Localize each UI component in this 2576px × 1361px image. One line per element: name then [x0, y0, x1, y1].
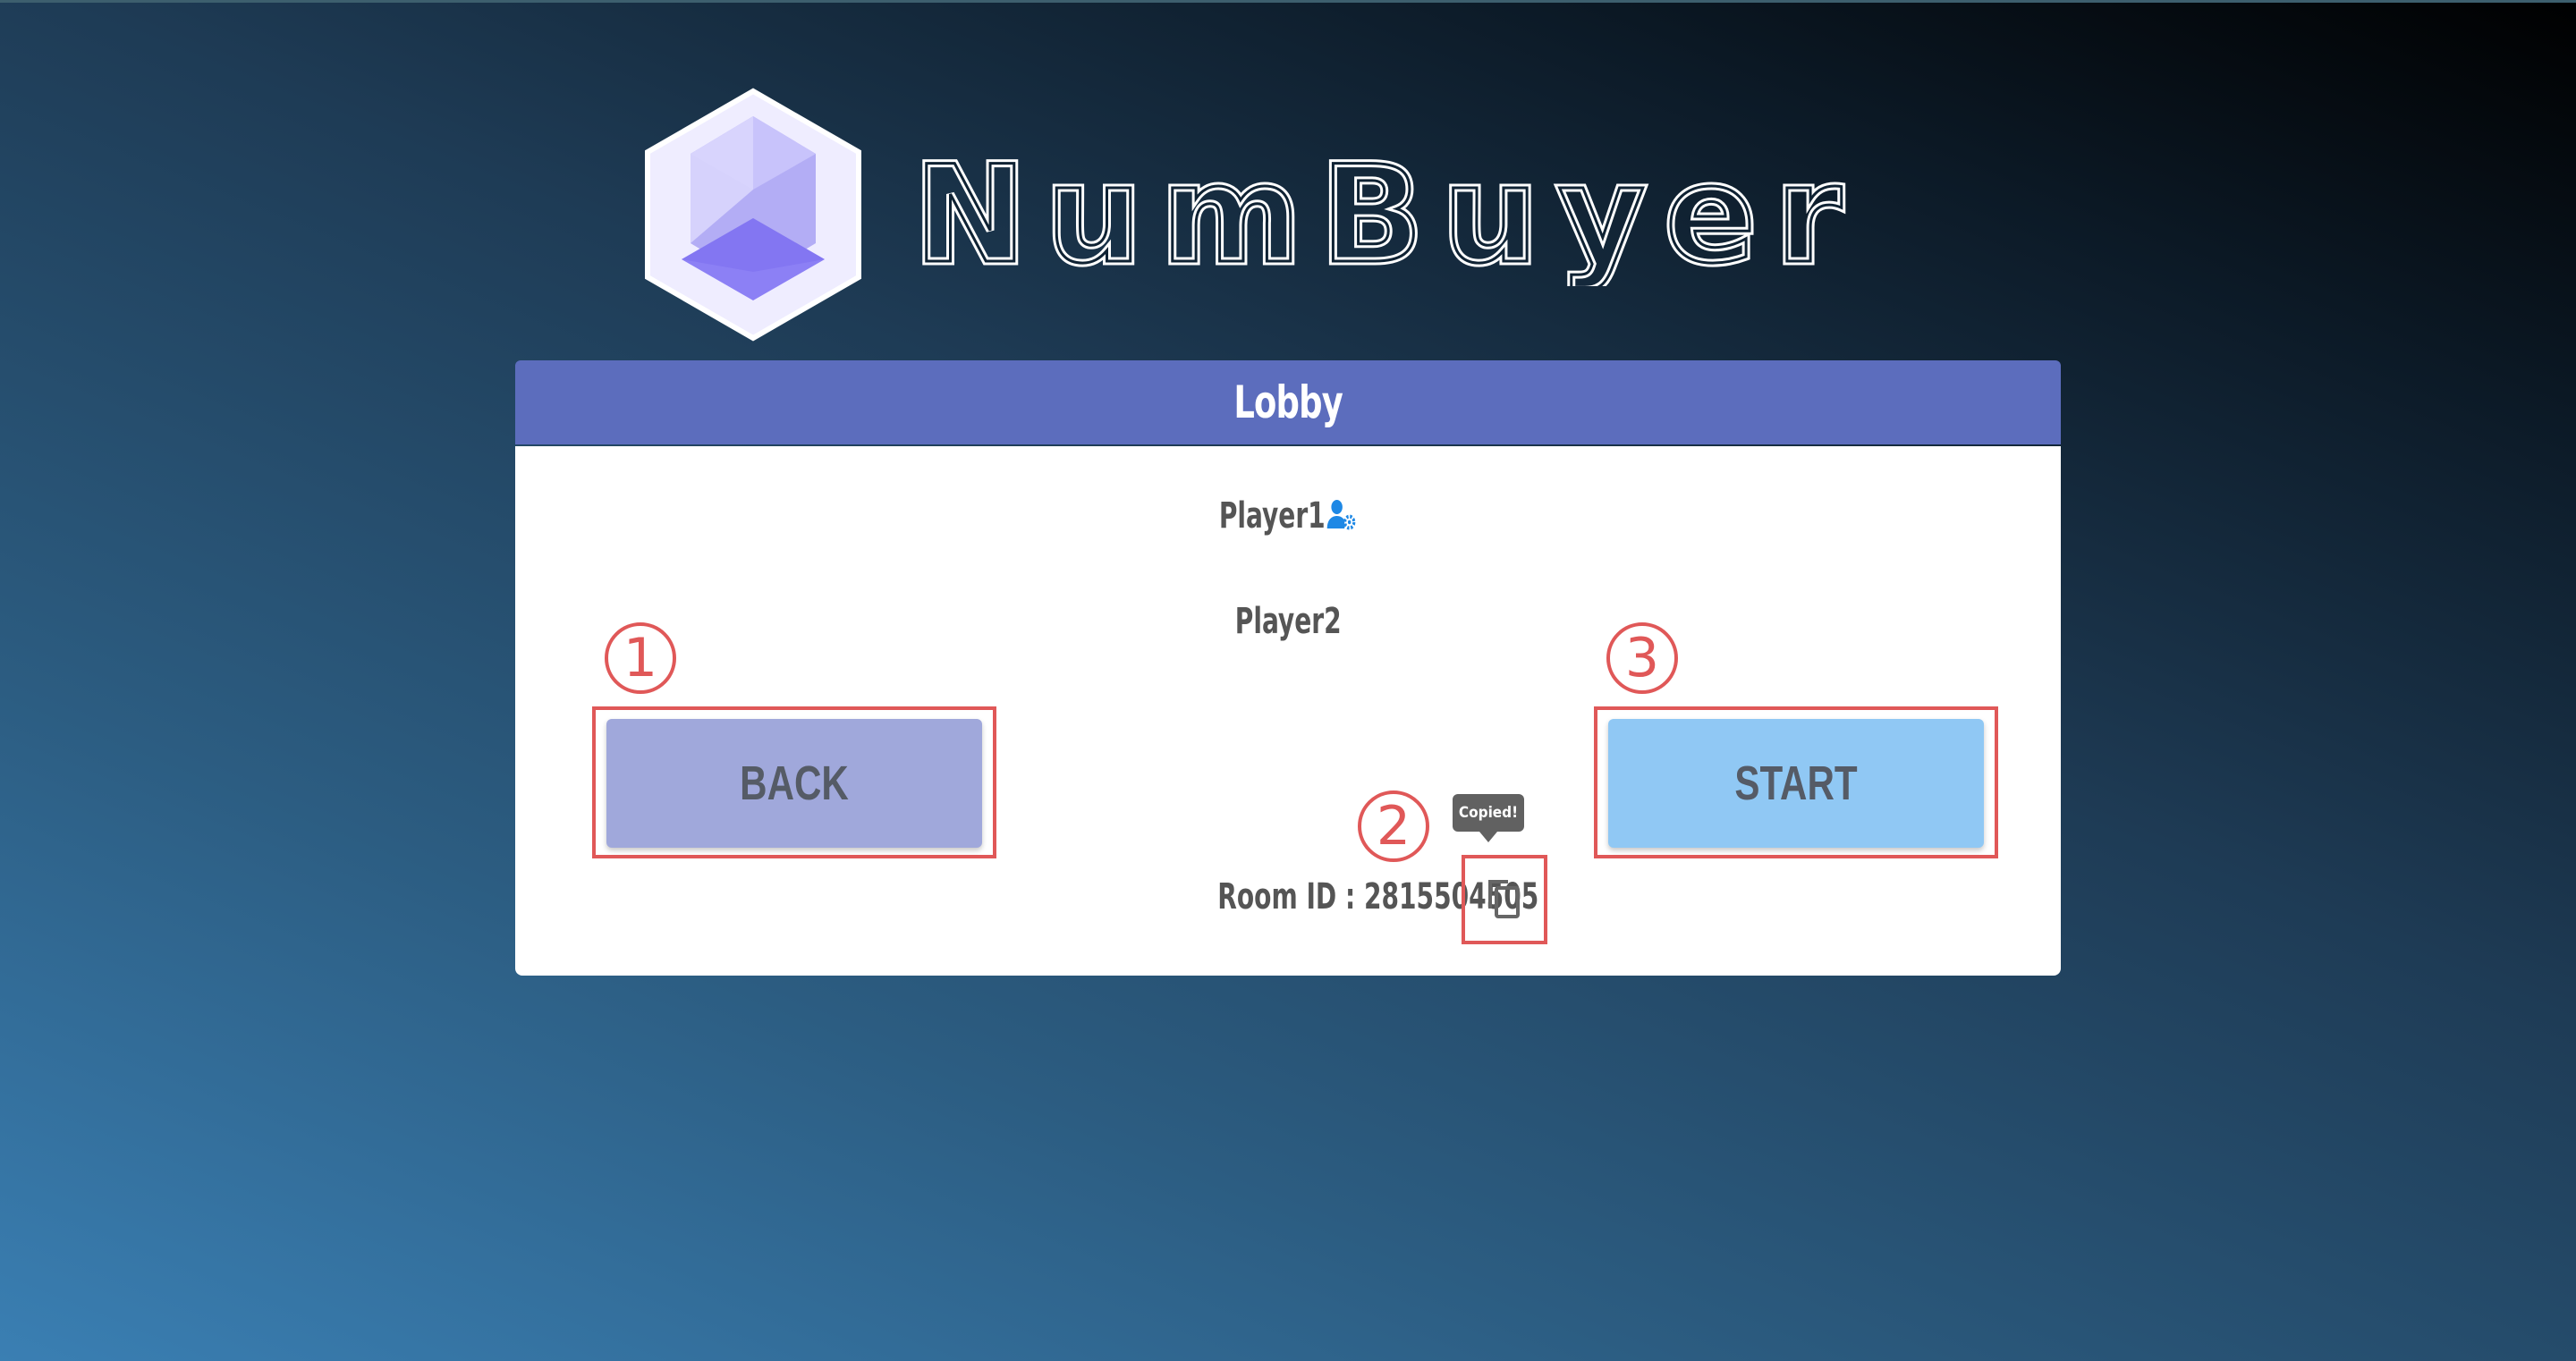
logo-text-inline: NumBuyer — [914, 138, 1861, 286]
player-row-2: Player2 — [0, 601, 2576, 642]
lobby-title: Lobby — [1233, 376, 1343, 428]
annotation-box-3 — [1594, 706, 1998, 858]
annotation-box-1 — [592, 706, 996, 858]
annotation-box-2 — [1462, 855, 1547, 944]
top-border — [0, 0, 2576, 3]
numbuyer-wordmark: NumBuyer NumBuyer — [911, 134, 1952, 298]
player-name: Player2 — [1234, 601, 1342, 642]
lobby-header: Lobby — [515, 360, 2061, 444]
player-row-1: Player1 — [0, 495, 2576, 537]
player-name: Player1 — [1218, 495, 1326, 537]
room-id: Room ID : 2815504505 — [1127, 876, 1538, 917]
annotation-number-2: 2 — [1358, 790, 1429, 862]
numbuyer-logo-icon — [640, 86, 866, 343]
host-admin-icon — [1326, 500, 1356, 530]
tooltip-text: Copied! — [1458, 804, 1519, 822]
annotation-number-1: 1 — [605, 622, 676, 694]
annotation-number-3: 3 — [1606, 622, 1678, 694]
copied-tooltip: Copied! — [1453, 794, 1524, 842]
